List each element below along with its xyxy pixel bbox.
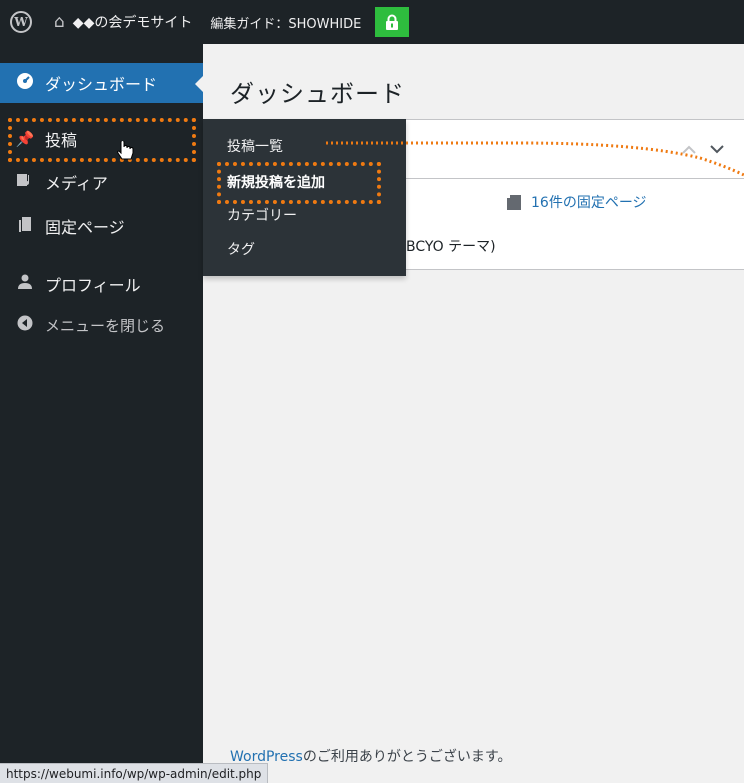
- footer-thanks-text: のご利用ありがとうございます。: [302, 749, 512, 765]
- hand-cursor-icon: [117, 141, 134, 160]
- browser-status-bar: https://webumi.info/wp/wp-admin/edit.php: [0, 763, 269, 783]
- status-url: https://webumi.info/wp/wp-admin/edit.php: [6, 766, 262, 781]
- annotation-connector-line: [326, 141, 744, 177]
- footer-thanks: WordPressのご利用ありがとうございます。: [230, 746, 511, 766]
